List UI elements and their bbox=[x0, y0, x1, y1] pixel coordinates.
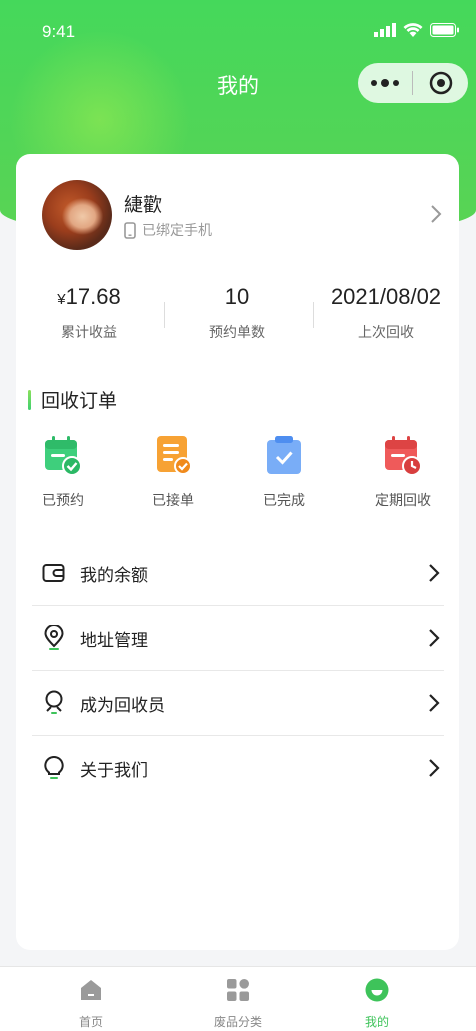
mini-program-capsule bbox=[358, 63, 468, 103]
battery-icon bbox=[430, 23, 459, 37]
order-label: 已预约 bbox=[42, 493, 84, 509]
chevron-right-icon[interactable] bbox=[430, 204, 442, 224]
menu-label: 关于我们 bbox=[80, 760, 148, 781]
stat-value: 2021/08/02 bbox=[330, 284, 442, 309]
status-bar: 9:41 bbox=[0, 18, 476, 48]
calendar-clock-icon bbox=[385, 436, 422, 476]
bottom-tab-bar: 首页 废品分类 我的 bbox=[0, 966, 476, 1031]
chevron-right-icon bbox=[429, 759, 440, 777]
stat-label: 上次回收 bbox=[358, 325, 414, 341]
stat-label: 累计收益 bbox=[61, 325, 117, 341]
recycler-person-icon bbox=[42, 690, 66, 715]
currency-symbol: ¥ bbox=[57, 291, 66, 308]
wifi-icon bbox=[403, 23, 423, 37]
menu-item-balance[interactable]: 我的余额 bbox=[32, 541, 444, 606]
section-title: 回收订单 bbox=[41, 390, 118, 412]
section-header-orders: 回收订单 bbox=[28, 386, 117, 413]
user-name: 緁歡 bbox=[124, 194, 163, 216]
settings-menu: 我的余额 地址管理 成为回收员 关于我们 bbox=[32, 541, 444, 800]
home-icon bbox=[81, 980, 101, 1000]
menu-item-become-recycler[interactable]: 成为回收员 bbox=[32, 671, 444, 736]
tab-label: 我的 bbox=[364, 1015, 389, 1029]
more-dot-icon bbox=[381, 79, 389, 87]
menu-item-address[interactable]: 地址管理 bbox=[32, 606, 444, 671]
order-completed[interactable]: 已完成 bbox=[229, 434, 339, 510]
more-dot-icon bbox=[393, 80, 399, 86]
menu-label: 成为回收员 bbox=[80, 695, 165, 716]
stat-value: 17.68 bbox=[65, 284, 121, 309]
menu-item-about[interactable]: 关于我们 bbox=[32, 736, 444, 800]
close-mini-program-button[interactable] bbox=[413, 63, 468, 103]
chevron-right-icon bbox=[429, 629, 440, 647]
stat-value: 10 bbox=[224, 284, 250, 309]
order-booked[interactable]: 已预约 bbox=[8, 434, 118, 510]
phone-status-text: 已绑定手机 bbox=[142, 223, 212, 239]
phone-bound-status: 已绑定手机 bbox=[124, 220, 212, 240]
order-status-grid: 已预约 已接单 已完成 定期回收 bbox=[16, 434, 459, 514]
more-dot-icon bbox=[371, 80, 377, 86]
status-icons bbox=[374, 23, 460, 37]
tab-label: 首页 bbox=[78, 1015, 103, 1029]
stats-row: ¥17.68 累计收益 10 预约单数 2021/08/02 上次回收 bbox=[16, 284, 459, 354]
menu-label: 地址管理 bbox=[80, 630, 148, 651]
stat-label: 预约单数 bbox=[209, 325, 265, 341]
tab-label: 废品分类 bbox=[213, 1015, 262, 1029]
avatar[interactable] bbox=[42, 180, 112, 250]
chevron-right-icon bbox=[429, 564, 440, 582]
order-label: 定期回收 bbox=[375, 493, 431, 509]
order-accepted[interactable]: 已接单 bbox=[118, 434, 228, 510]
stat-earnings[interactable]: ¥17.68 累计收益 bbox=[16, 284, 162, 342]
more-button[interactable] bbox=[358, 63, 412, 103]
calendar-check-icon bbox=[45, 436, 82, 476]
grid-icon bbox=[227, 979, 249, 1001]
lightbulb-icon bbox=[42, 755, 66, 780]
section-accent-bar bbox=[28, 389, 31, 410]
order-scheduled[interactable]: 定期回收 bbox=[348, 434, 458, 510]
document-check-icon bbox=[157, 436, 192, 475]
profile-smile-icon bbox=[365, 978, 389, 1002]
order-label: 已接单 bbox=[152, 493, 194, 509]
tab-categories[interactable]: 废品分类 bbox=[159, 967, 317, 1031]
stat-orders[interactable]: 10 预约单数 bbox=[164, 284, 310, 342]
menu-label: 我的余额 bbox=[80, 565, 148, 586]
target-close-icon bbox=[429, 71, 452, 95]
signal-icon bbox=[374, 23, 396, 37]
profile-row[interactable]: 緁歡 已绑定手机 bbox=[42, 180, 442, 250]
order-label: 已完成 bbox=[263, 493, 305, 509]
wallet-icon bbox=[42, 561, 66, 585]
clipboard-check-icon bbox=[267, 436, 301, 474]
stat-last-recycle[interactable]: 2021/08/02 上次回收 bbox=[313, 284, 459, 342]
location-pin-icon bbox=[42, 625, 66, 650]
chevron-right-icon bbox=[429, 694, 440, 712]
profile-card: 緁歡 已绑定手机 ¥17.68 累计收益 10 预约单数 2021/08/02 … bbox=[16, 154, 459, 950]
tab-home[interactable]: 首页 bbox=[12, 967, 170, 1031]
phone-icon bbox=[124, 221, 136, 239]
tab-profile[interactable]: 我的 bbox=[298, 967, 456, 1031]
status-time: 9:41 bbox=[42, 22, 76, 41]
